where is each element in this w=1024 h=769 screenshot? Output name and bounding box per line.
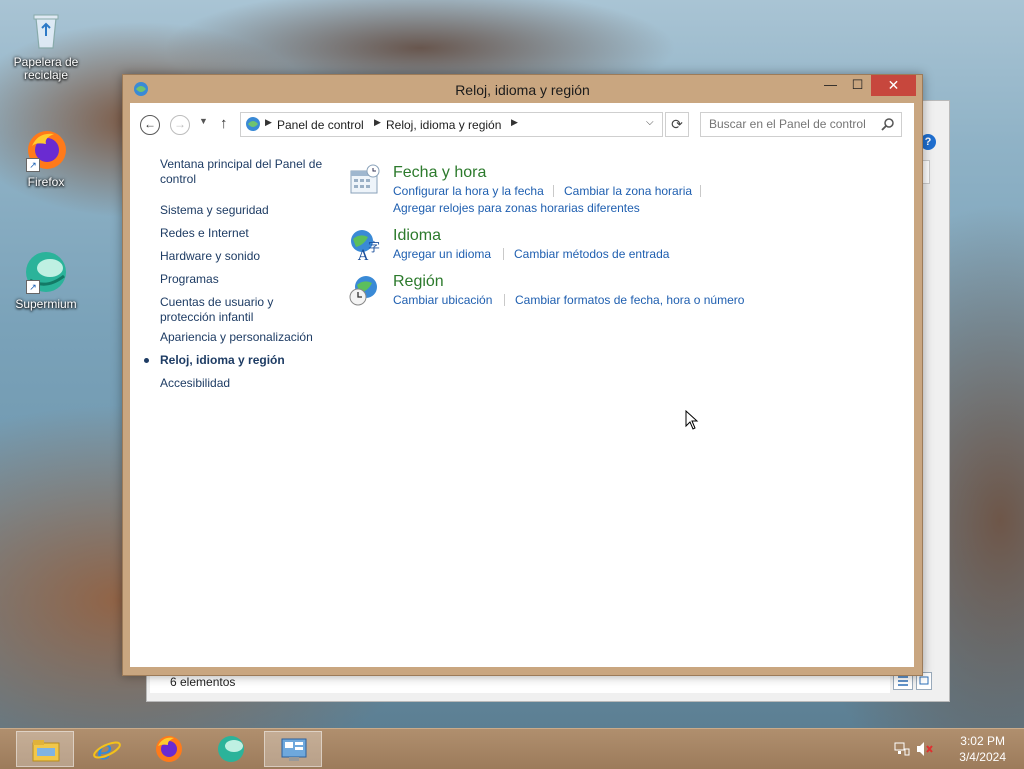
clock-date: 3/4/2024 xyxy=(959,750,1006,764)
control-panel-icon xyxy=(279,736,309,764)
nav-link-accessibility[interactable]: Accesibilidad xyxy=(160,376,330,391)
taskbar-supermium[interactable] xyxy=(202,731,260,767)
region-icon[interactable] xyxy=(348,273,382,307)
desktop-icon-label: Firefox xyxy=(27,175,65,189)
taskbar-file-explorer[interactable] xyxy=(16,731,74,767)
internet-explorer-icon: e xyxy=(92,735,122,766)
taskbar: e 3:02 PM 3/4/2024 xyxy=(0,728,1024,769)
task-add-language[interactable]: Agregar un idioma xyxy=(393,247,491,261)
desktop-icon-supermium[interactable]: ↗ Supermium xyxy=(4,250,88,311)
volume-muted-icon[interactable] xyxy=(916,741,934,760)
task-change-input-methods[interactable]: Cambiar métodos de entrada xyxy=(514,247,669,261)
item-count-text: 6 elementos xyxy=(170,675,236,689)
breadcrumb-control-panel[interactable]: Panel de control xyxy=(277,118,364,132)
system-tray: 3:02 PM 3/4/2024 xyxy=(884,729,1024,769)
maximize-button[interactable]: ☐ xyxy=(844,75,871,96)
window-title: Reloj, idioma y región xyxy=(455,82,590,98)
title-bar[interactable]: Reloj, idioma y región — ☐ ✕ xyxy=(123,75,922,103)
taskbar-internet-explorer[interactable]: e xyxy=(78,731,136,767)
search-input[interactable] xyxy=(701,113,879,134)
category-date-time-title[interactable]: Fecha y hora xyxy=(393,164,486,182)
task-add-clocks[interactable]: Agregar relojes para zonas horarias dife… xyxy=(393,201,640,215)
nav-link-control-panel-home[interactable]: Ventana principal del Panel de control xyxy=(160,157,330,187)
breadcrumb-clock-language-region[interactable]: Reloj, idioma y región xyxy=(386,118,501,132)
language-icon[interactable]: A 字 xyxy=(348,227,382,264)
firefox-icon xyxy=(154,735,184,763)
clock[interactable]: 3:02 PM 3/4/2024 xyxy=(959,733,1006,765)
supermium-icon: ↗ xyxy=(24,250,68,294)
task-separator xyxy=(503,248,504,260)
task-set-time-date[interactable]: Configurar la hora y la fecha xyxy=(393,184,544,198)
search-box[interactable] xyxy=(700,112,902,137)
category-region-title[interactable]: Región xyxy=(393,273,444,291)
task-change-formats[interactable]: Cambiar formatos de fecha, hora o número xyxy=(515,293,744,307)
clock-time: 3:02 PM xyxy=(960,734,1005,748)
file-explorer-icon xyxy=(31,736,61,764)
recent-locations-chevron-icon[interactable]: ▼ xyxy=(199,116,208,126)
control-panel-window[interactable]: Reloj, idioma y región — ☐ ✕ ← → ▼ ↑ ▶ P… xyxy=(122,74,923,676)
task-change-time-zone[interactable]: Cambiar la zona horaria xyxy=(564,184,692,198)
address-dropdown-chevron-icon[interactable]: ⌵ xyxy=(646,117,654,128)
forward-button[interactable]: → xyxy=(170,115,190,135)
shortcut-arrow-icon: ↗ xyxy=(26,280,40,294)
search-icon[interactable] xyxy=(881,117,895,131)
control-panel-icon xyxy=(245,116,261,132)
nav-link-programs[interactable]: Programas xyxy=(160,272,330,287)
desktop-icon-recycle-bin[interactable]: Papelera de reciclaje xyxy=(4,8,88,82)
network-icon[interactable] xyxy=(894,741,910,760)
breadcrumb-chevron-icon[interactable]: ▶ xyxy=(511,117,518,128)
firefox-icon: ↗ xyxy=(24,128,68,172)
refresh-button[interactable]: ⟳ xyxy=(665,112,689,137)
shortcut-arrow-icon: ↗ xyxy=(26,158,40,172)
desktop-icon-firefox[interactable]: ↗ Firefox xyxy=(4,128,88,189)
date-time-icon[interactable] xyxy=(348,163,382,197)
nav-link-hardware-sound[interactable]: Hardware y sonido xyxy=(160,249,330,264)
task-change-location[interactable]: Cambiar ubicación xyxy=(393,293,492,307)
breadcrumb-chevron-icon[interactable]: ▶ xyxy=(265,117,272,128)
address-bar[interactable]: ▶ Panel de control ▶ Reloj, idioma y reg… xyxy=(240,112,663,137)
category-language-title[interactable]: Idioma xyxy=(393,227,441,245)
task-separator xyxy=(553,185,554,197)
desktop-icon-label: Supermium xyxy=(15,297,77,311)
nav-link-network-internet[interactable]: Redes e Internet xyxy=(160,226,330,241)
up-arrow-icon[interactable]: ↑ xyxy=(220,115,228,132)
supermium-icon xyxy=(216,735,246,763)
svg-text:字: 字 xyxy=(368,239,380,254)
minimize-button[interactable]: — xyxy=(817,75,844,96)
breadcrumb-chevron-icon[interactable]: ▶ xyxy=(374,117,381,128)
current-page-bullet xyxy=(144,358,149,363)
desktop-icon-label: Papelera de reciclaje xyxy=(13,55,79,82)
mouse-cursor-icon xyxy=(685,409,699,430)
close-button[interactable]: ✕ xyxy=(871,75,916,96)
taskbar-control-panel[interactable] xyxy=(264,731,322,767)
back-button[interactable]: ← xyxy=(140,115,160,135)
nav-link-label: Reloj, idioma y región xyxy=(160,353,285,367)
nav-link-system-security[interactable]: Sistema y seguridad xyxy=(160,203,330,218)
task-separator xyxy=(504,294,505,306)
nav-link-appearance[interactable]: Apariencia y personalización xyxy=(160,330,330,345)
window-content: ← → ▼ ↑ ▶ Panel de control ▶ Reloj, idio… xyxy=(130,103,914,667)
task-separator xyxy=(700,185,701,197)
taskbar-firefox[interactable] xyxy=(140,731,198,767)
nav-link-user-accounts[interactable]: Cuentas de usuario y protección infantil xyxy=(160,295,290,325)
nav-link-clock-language-region[interactable]: Reloj, idioma y región xyxy=(144,353,330,368)
recycle-bin-icon xyxy=(24,8,68,52)
